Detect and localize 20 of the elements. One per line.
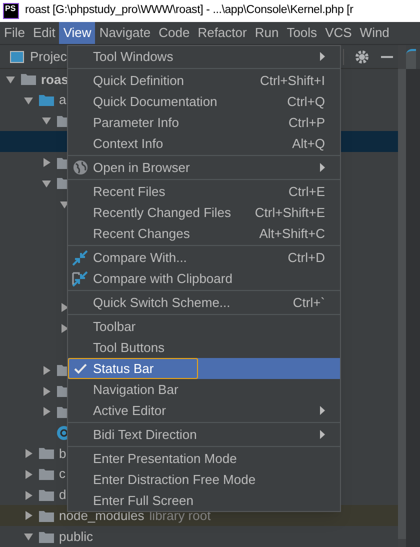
tree-item-label: public [59, 528, 93, 546]
window-title: roast [G:\phpstudy_pro\WWW\roast] - ...\app\Console\Kernel.php [r [25, 3, 354, 18]
panel-title: Projec [30, 48, 67, 66]
shortcut-label: Ctrl+` [292, 294, 325, 312]
tree-item-label: b [59, 444, 66, 463]
shortcut-label: Ctrl+P [288, 114, 325, 132]
app-logo: PS [3, 3, 19, 19]
tree-item-label: node_modules [59, 507, 144, 526]
tree-item-note: library root [149, 507, 211, 526]
tree-item-label: c [59, 465, 66, 484]
shortcut-label: Ctrl+Shift+E [254, 204, 325, 222]
shortcut-label: Ctrl+D [288, 248, 325, 267]
shortcut-label: Alt+Q [292, 134, 325, 153]
tree-item-label: a [59, 91, 66, 110]
tree-item-label: roas [41, 70, 68, 89]
shortcut-label: Ctrl+Shift+I [260, 72, 325, 90]
shortcut-label: Ctrl+Q [287, 92, 325, 111]
tree-item-label: d [59, 486, 66, 504]
shortcut-label: Ctrl+E [288, 182, 325, 201]
shortcut-label: Alt+Shift+C [259, 224, 325, 243]
